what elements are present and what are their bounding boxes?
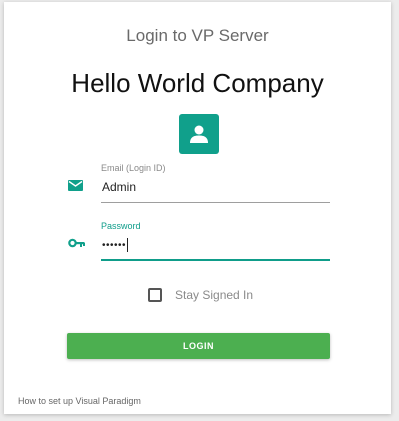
avatar	[179, 114, 219, 154]
key-icon	[68, 238, 85, 248]
login-button[interactable]: LOGIN	[67, 333, 330, 359]
password-input[interactable]: ••••••	[101, 234, 330, 256]
setup-help-link[interactable]: How to set up Visual Paradigm	[18, 396, 141, 406]
stay-signed-in-row[interactable]: Stay Signed In	[148, 288, 253, 302]
email-underline	[101, 202, 330, 203]
password-value: ••••••	[102, 239, 127, 251]
password-underline	[101, 259, 330, 261]
email-icon	[68, 180, 83, 191]
text-cursor	[127, 238, 129, 252]
email-input[interactable]	[101, 176, 330, 198]
login-card: Login to VP Server Hello World Company E…	[4, 2, 391, 414]
page-title: Login to VP Server	[126, 26, 269, 45]
password-label: Password	[101, 221, 141, 231]
company-name: Hello World Company	[71, 68, 324, 98]
stay-signed-in-label: Stay Signed In	[175, 288, 254, 302]
stay-signed-in-checkbox[interactable]	[148, 288, 162, 302]
user-icon	[190, 125, 208, 143]
email-label: Email (Login ID)	[101, 163, 166, 173]
